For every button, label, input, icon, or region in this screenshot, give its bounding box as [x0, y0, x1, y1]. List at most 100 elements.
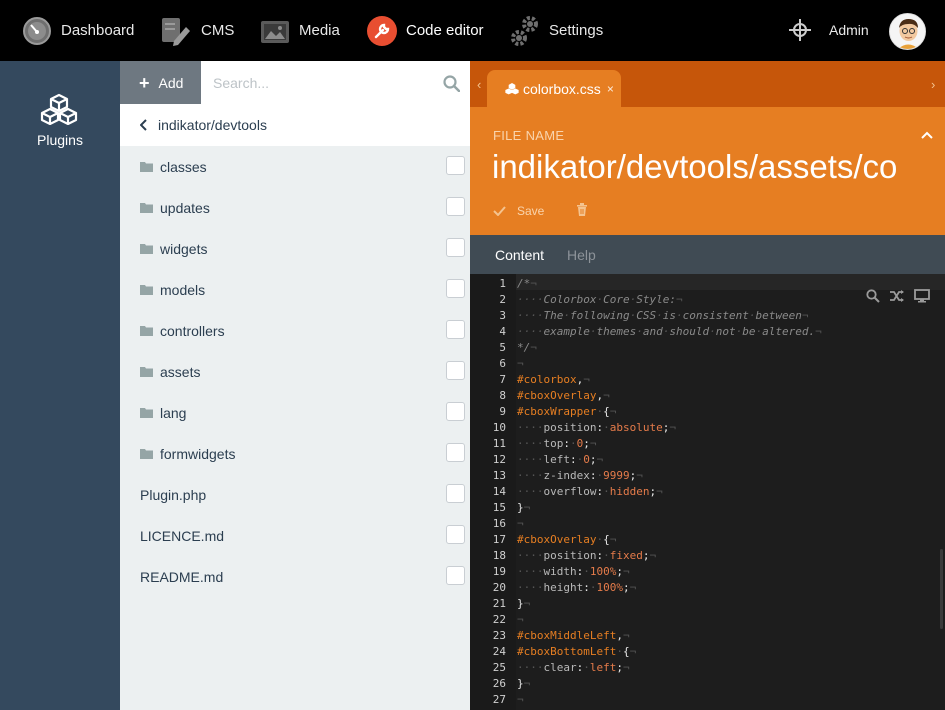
shuffle-icon[interactable]	[889, 289, 905, 308]
search-input[interactable]	[201, 61, 421, 104]
code-area[interactable]: 1 2 3 4 5 6 7 8 9 10 11 12 13 14 15 16 17 18 19 20 21 22 23 24 2…	[470, 274, 945, 710]
line-number: 4	[499, 325, 506, 338]
gears-icon	[510, 15, 540, 47]
code-line: ····width:·100%;¬	[517, 565, 630, 578]
search-icon[interactable]	[866, 289, 880, 308]
nav-item-media[interactable]: Media	[260, 0, 340, 61]
tab-content[interactable]: Content	[495, 247, 544, 263]
nav-item-code-editor[interactable]: Code editor	[367, 0, 484, 61]
folder-icon	[140, 284, 153, 295]
code-line: ¬	[517, 693, 524, 706]
folder-row[interactable]: lang	[120, 392, 470, 433]
trash-icon[interactable]	[576, 203, 588, 221]
collapse-caret-icon[interactable]	[921, 126, 933, 144]
line-number: 26	[492, 677, 506, 690]
folder-row[interactable]: formwidgets	[120, 433, 470, 474]
scroll-tabs-left-icon[interactable]: ‹	[477, 77, 481, 92]
nav-item-settings[interactable]: Settings	[510, 0, 603, 61]
row-checkbox[interactable]	[446, 566, 465, 585]
file-name: lang	[160, 404, 187, 421]
code-line: /*¬	[517, 277, 537, 290]
row-checkbox[interactable]	[446, 443, 465, 462]
fullscreen-monitor-icon[interactable]	[914, 289, 930, 308]
nav-item-cms[interactable]: CMS	[160, 0, 234, 61]
file-name: controllers	[160, 322, 225, 339]
row-checkbox[interactable]	[446, 361, 465, 380]
line-number: 16	[492, 517, 506, 530]
code-line: ····left:·0;¬	[517, 453, 604, 466]
file-row[interactable]: README.md	[120, 556, 470, 597]
file-name: updates	[160, 199, 210, 216]
add-button[interactable]: + Add	[120, 61, 201, 104]
folder-row[interactable]: updates	[120, 187, 470, 228]
line-number: 19	[492, 565, 506, 578]
active-line-highlight	[470, 274, 945, 290]
file-browser-panel: + Add indikator/devtools classes updates w…	[120, 61, 470, 710]
code-line: }¬	[517, 501, 531, 514]
row-checkbox[interactable]	[446, 238, 465, 257]
checkmark-icon	[493, 206, 506, 216]
row-checkbox[interactable]	[446, 320, 465, 339]
search-icon[interactable]	[443, 75, 461, 97]
line-number: 8	[499, 389, 506, 402]
nav-item-dashboard[interactable]: Dashboard	[22, 0, 134, 61]
folder-icon	[140, 202, 153, 213]
nav-label: Media	[299, 22, 340, 39]
code-line: #cboxBottomLeft·{¬	[517, 645, 637, 658]
code-line: ····The·following·CSS·is·consistent·betw…	[517, 309, 809, 322]
row-checkbox[interactable]	[446, 525, 465, 544]
code-line: */¬	[517, 341, 537, 354]
save-label: Save	[517, 204, 545, 218]
line-number: 11	[492, 437, 506, 450]
breadcrumb-label: indikator/devtools	[158, 117, 267, 133]
line-number: 27	[492, 693, 506, 706]
folder-row[interactable]: assets	[120, 351, 470, 392]
folder-row[interactable]: widgets	[120, 228, 470, 269]
row-checkbox[interactable]	[446, 402, 465, 421]
breadcrumb[interactable]: indikator/devtools	[120, 104, 470, 146]
folder-icon	[140, 325, 153, 336]
folder-icon	[140, 161, 153, 172]
sidebar: Plugins	[0, 61, 120, 710]
cubes-icon	[505, 82, 519, 95]
file-name: assets	[160, 363, 201, 380]
code-line: ····Colorbox·Core·Style:¬	[517, 293, 683, 306]
cubes-icon[interactable]	[40, 93, 78, 130]
crosshair-icon[interactable]	[789, 18, 811, 47]
admin-label[interactable]: Admin	[829, 22, 869, 38]
line-number: 1	[499, 277, 506, 290]
file-row[interactable]: LICENCE.md	[120, 515, 470, 556]
row-checkbox[interactable]	[446, 279, 465, 298]
line-number: 17	[492, 533, 506, 546]
row-checkbox[interactable]	[446, 197, 465, 216]
folder-row[interactable]: controllers	[120, 310, 470, 351]
line-number: 25	[492, 661, 506, 674]
file-row[interactable]: Plugin.php	[120, 474, 470, 515]
code-line: }¬	[517, 597, 531, 610]
line-number: 24	[492, 645, 506, 658]
row-checkbox[interactable]	[446, 156, 465, 175]
code-line: ····clear:·left;¬	[517, 661, 630, 674]
scrollbar[interactable]	[940, 549, 943, 629]
line-number: 14	[492, 485, 506, 498]
code-line: ····top:·0;¬	[517, 437, 597, 450]
save-button[interactable]: Save	[493, 204, 544, 218]
avatar[interactable]	[889, 13, 926, 50]
line-number: 21	[492, 597, 506, 610]
row-checkbox[interactable]	[446, 484, 465, 503]
close-icon[interactable]: ×	[607, 82, 614, 96]
code-line: #cboxOverlay,¬	[517, 389, 610, 402]
code-line: ····position:·absolute;¬	[517, 421, 676, 434]
tab-colorbox-css[interactable]: colorbox.css ×	[487, 70, 621, 107]
scroll-tabs-right-icon[interactable]: ›	[931, 77, 935, 92]
editor-toolbar	[866, 289, 930, 308]
tab-help[interactable]: Help	[567, 247, 596, 263]
sidebar-item-plugins[interactable]: Plugins	[0, 132, 120, 148]
chevron-left-icon	[140, 119, 148, 131]
folder-row[interactable]: classes	[120, 146, 470, 187]
file-name: LICENCE.md	[140, 527, 225, 544]
file-name-field[interactable]: indikator/devtools/assets/co	[492, 148, 932, 186]
line-number: 22	[492, 613, 506, 626]
file-name: widgets	[160, 240, 208, 257]
folder-row[interactable]: models	[120, 269, 470, 310]
